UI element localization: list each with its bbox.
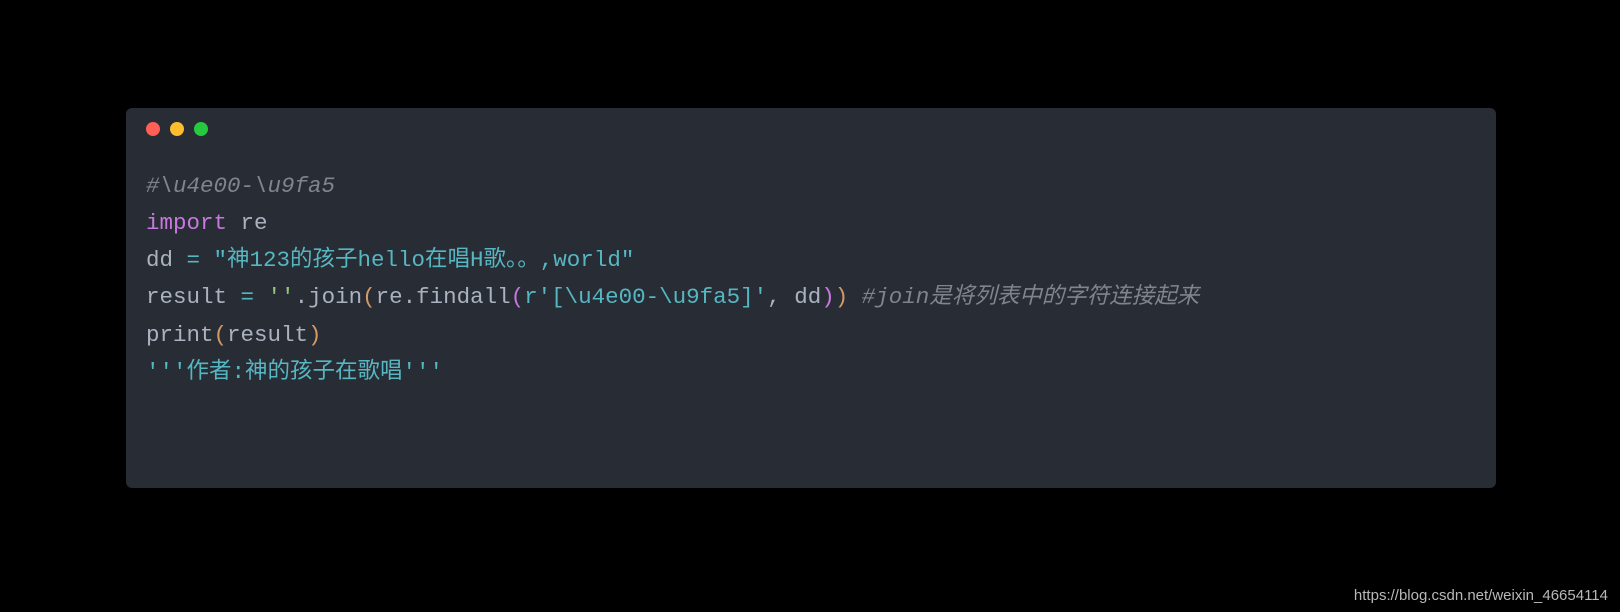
code-line-4-sp2 — [848, 284, 862, 310]
code-line-4-var: result — [146, 284, 241, 310]
window-titlebar — [126, 108, 1496, 150]
code-line-4-join: .join — [295, 284, 363, 310]
code-window: #\u4e00-\u9fa5 import re dd = "神123的孩子he… — [126, 108, 1496, 488]
code-line-1-comment: #\u4e00-\u9fa5 — [146, 173, 335, 199]
code-line-4-findall: re.findall — [376, 284, 511, 310]
code-line-5-pc: ) — [308, 322, 322, 348]
maximize-icon[interactable] — [194, 122, 208, 136]
code-line-4-emptystr: '' — [268, 284, 295, 310]
code-line-3-string: "神123的孩子hello在唱H歌。。,world" — [200, 247, 634, 273]
code-line-6-docstring: '''作者:神的孩子在歌唱''' — [146, 359, 443, 385]
code-line-4-p1c: ) — [835, 284, 849, 310]
close-icon[interactable] — [146, 122, 160, 136]
code-line-4-op: = — [241, 284, 255, 310]
code-line-4-comment: #join是将列表中的字符连接起来 — [862, 284, 1200, 310]
minimize-icon[interactable] — [170, 122, 184, 136]
code-line-4-p1o: ( — [362, 284, 376, 310]
code-line-4-comma: , dd — [767, 284, 821, 310]
code-line-4-p2c: ) — [821, 284, 835, 310]
code-line-3-var: dd — [146, 247, 187, 273]
code-line-4-rstr: r'[\u4e00-\u9fa5]' — [524, 284, 767, 310]
code-line-4-sp1 — [254, 284, 268, 310]
code-line-5-arg: result — [227, 322, 308, 348]
code-line-4-p2o: ( — [511, 284, 525, 310]
code-line-5-po: ( — [214, 322, 228, 348]
code-line-5-print: print — [146, 322, 214, 348]
watermark-text: https://blog.csdn.net/weixin_46654114 — [1354, 587, 1608, 604]
code-content: #\u4e00-\u9fa5 import re dd = "神123的孩子he… — [126, 150, 1496, 416]
code-line-2-module: re — [227, 210, 268, 236]
code-line-2-keyword: import — [146, 210, 227, 236]
code-line-3-op: = — [187, 247, 201, 273]
